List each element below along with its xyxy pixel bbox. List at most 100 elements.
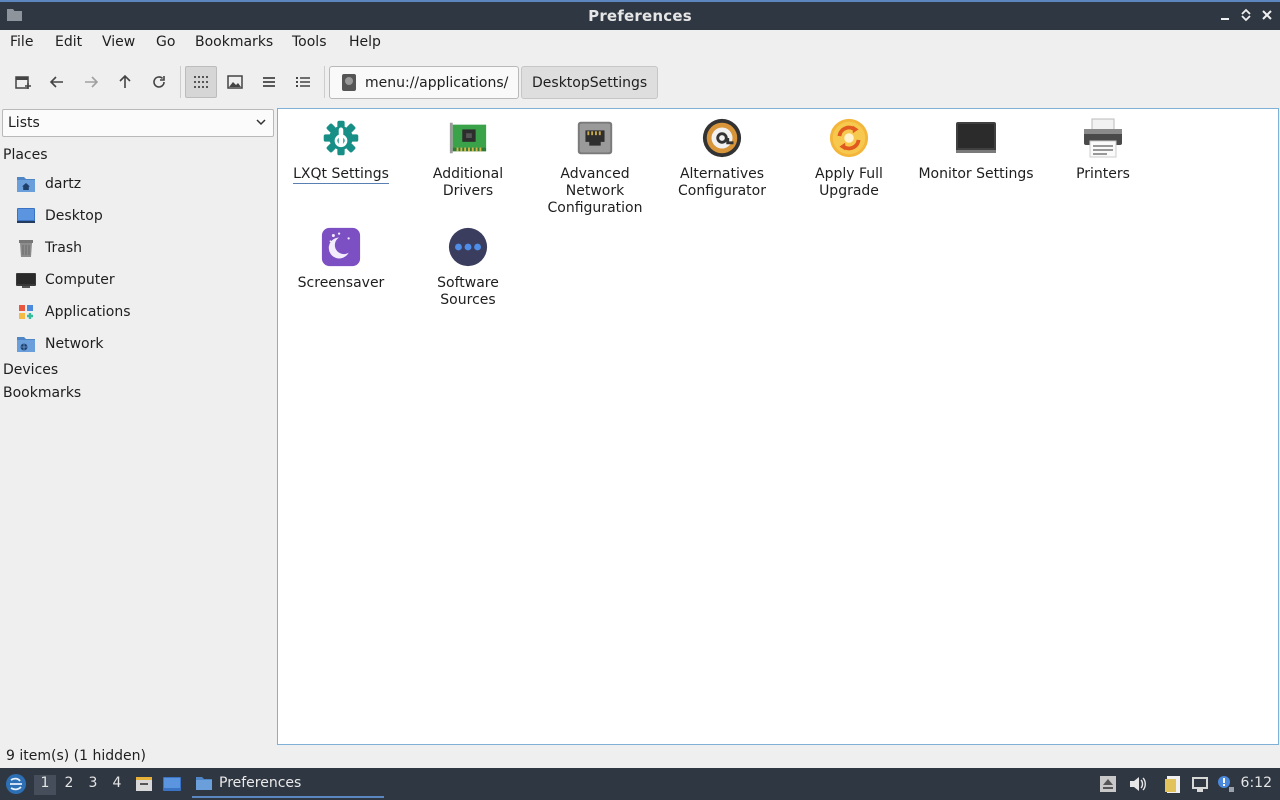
sidebar-item-desktop[interactable]: Desktop bbox=[15, 204, 103, 228]
notification-icon[interactable] bbox=[1216, 774, 1236, 794]
home-folder-icon bbox=[15, 174, 37, 194]
alternatives-icon bbox=[700, 116, 744, 160]
taskbar-task-preferences[interactable]: Preferences bbox=[192, 770, 384, 798]
file-item-lxqt-settings[interactable]: LXQt Settings bbox=[280, 116, 402, 184]
new-tab-icon bbox=[15, 76, 31, 89]
taskbar-panel: 1 2 3 4 Preferences 6:12 bbox=[0, 768, 1280, 800]
desktop-switch-3[interactable]: 3 bbox=[82, 775, 104, 795]
window-title: Preferences bbox=[588, 7, 692, 25]
file-item-label-line2: Sources bbox=[440, 292, 496, 308]
sidebar-item-label: Network bbox=[45, 336, 104, 352]
menu-tools[interactable]: Tools bbox=[292, 34, 327, 50]
chevron-down-icon bbox=[256, 119, 266, 126]
back-arrow-icon bbox=[49, 76, 63, 88]
forward-arrow-icon bbox=[85, 76, 99, 88]
sidebar-item-network[interactable]: Network bbox=[15, 332, 103, 356]
sidebar-item-dartz[interactable]: dartz bbox=[15, 172, 81, 196]
sidebar-item-trash[interactable]: Trash bbox=[15, 236, 82, 260]
thumbnail-view-button[interactable] bbox=[219, 66, 251, 98]
window-titlebar[interactable]: Preferences bbox=[0, 0, 1280, 30]
close-icon[interactable] bbox=[1259, 7, 1275, 23]
file-item-label-line3: Configuration bbox=[547, 200, 643, 216]
file-item-printers[interactable]: Printers bbox=[1042, 116, 1164, 183]
clipboard-icon[interactable] bbox=[1163, 774, 1183, 794]
devices-heading[interactable]: Devices bbox=[3, 362, 58, 378]
back-button[interactable] bbox=[41, 66, 73, 98]
file-item-additional-drivers[interactable]: Additional Drivers bbox=[407, 116, 529, 200]
desktop-switch-4[interactable]: 4 bbox=[106, 775, 128, 795]
up-arrow-icon bbox=[119, 74, 131, 88]
sidebar-item-computer[interactable]: Computer bbox=[15, 268, 115, 292]
file-item-label: Monitor Settings bbox=[918, 166, 1034, 182]
path-segment-current[interactable]: DesktopSettings bbox=[521, 66, 659, 99]
compact-view-icon bbox=[263, 77, 275, 87]
sidebar-item-label: dartz bbox=[45, 176, 82, 192]
menu-go[interactable]: Go bbox=[156, 34, 175, 50]
file-item-label: LXQt Settings bbox=[293, 166, 389, 184]
sidebar-item-label: Desktop bbox=[45, 208, 103, 224]
menu-edit[interactable]: Edit bbox=[55, 34, 82, 50]
minimize-icon[interactable] bbox=[1217, 7, 1233, 23]
monitor-icon bbox=[954, 116, 998, 160]
forward-button[interactable] bbox=[75, 66, 107, 98]
volume-icon[interactable] bbox=[1127, 774, 1147, 794]
upgrade-icon bbox=[827, 116, 871, 160]
detailed-list-view-icon bbox=[296, 77, 310, 87]
file-item-software-sources[interactable]: Software Sources bbox=[407, 225, 529, 309]
side-pane-mode-select[interactable]: Lists bbox=[2, 109, 274, 137]
sidebar-item-label: Applications bbox=[45, 304, 131, 320]
desktop-switch-2[interactable]: 2 bbox=[58, 775, 80, 795]
menu-file[interactable]: File bbox=[10, 34, 33, 50]
reload-button[interactable] bbox=[143, 66, 175, 98]
icon-view-icon bbox=[194, 76, 208, 88]
file-manager-launcher-icon[interactable] bbox=[134, 774, 154, 794]
eject-icon[interactable] bbox=[1098, 774, 1118, 794]
file-view[interactable]: LXQt Settings Additional Drivers Advance… bbox=[277, 108, 1279, 745]
maximize-icon[interactable] bbox=[1238, 7, 1254, 23]
network-icon[interactable] bbox=[1190, 774, 1210, 794]
file-item-alternatives-configurator[interactable]: Alternatives Configurator bbox=[661, 116, 783, 200]
menu-help[interactable]: Help bbox=[349, 34, 381, 50]
start-menu-icon[interactable] bbox=[4, 772, 28, 796]
menu-bookmarks[interactable]: Bookmarks bbox=[195, 34, 273, 50]
file-item-label-line2: Drivers bbox=[442, 183, 494, 199]
compact-view-button[interactable] bbox=[253, 66, 285, 98]
file-item-label: Software bbox=[437, 275, 499, 291]
path-segment-root[interactable]: menu://applications/ bbox=[329, 66, 520, 99]
sidebar-item-applications[interactable]: Applications bbox=[15, 300, 131, 324]
clock[interactable]: 6:12 bbox=[1241, 775, 1272, 791]
file-item-label-line2: Upgrade bbox=[819, 183, 879, 199]
desktop-icon bbox=[15, 206, 37, 226]
detailed-list-view-button[interactable] bbox=[287, 66, 319, 98]
network-port-icon bbox=[573, 116, 617, 160]
file-item-monitor-settings[interactable]: Monitor Settings bbox=[915, 116, 1037, 183]
file-item-apply-full-upgrade[interactable]: Apply Full Upgrade bbox=[788, 116, 910, 200]
screensaver-icon bbox=[319, 225, 363, 269]
sidebar-item-label: Trash bbox=[45, 240, 82, 256]
new-tab-button[interactable] bbox=[7, 66, 39, 98]
sidebar-item-label: Computer bbox=[45, 272, 115, 288]
file-item-screensaver[interactable]: Screensaver bbox=[280, 225, 402, 292]
file-item-label: Advanced bbox=[560, 166, 630, 182]
up-button[interactable] bbox=[109, 66, 141, 98]
icon-view-button[interactable] bbox=[185, 66, 217, 98]
file-item-advanced-network-configuration[interactable]: Advanced Network Configuration bbox=[534, 116, 656, 217]
places-heading[interactable]: Places bbox=[3, 147, 48, 163]
status-bar-text: 9 item(s) (1 hidden) bbox=[6, 748, 146, 764]
file-item-label: Screensaver bbox=[297, 275, 385, 291]
file-item-label: Apply Full bbox=[815, 166, 883, 182]
file-item-label: Additional bbox=[432, 166, 504, 182]
path-segment-current-label: DesktopSettings bbox=[532, 74, 648, 91]
side-pane-mode-value: Lists bbox=[8, 115, 40, 131]
file-item-label-line2: Configurator bbox=[678, 183, 766, 199]
reload-icon bbox=[153, 76, 165, 88]
file-item-label-line2: Network bbox=[565, 183, 625, 199]
menu-view[interactable]: View bbox=[102, 34, 135, 50]
hardware-card-icon bbox=[446, 116, 490, 160]
thumbnail-view-icon bbox=[227, 75, 243, 89]
show-desktop-icon[interactable] bbox=[162, 774, 182, 794]
network-folder-icon bbox=[15, 334, 37, 354]
desktop-switch-1[interactable]: 1 bbox=[34, 775, 56, 795]
folder-icon bbox=[196, 776, 212, 790]
bookmarks-heading[interactable]: Bookmarks bbox=[3, 385, 81, 401]
